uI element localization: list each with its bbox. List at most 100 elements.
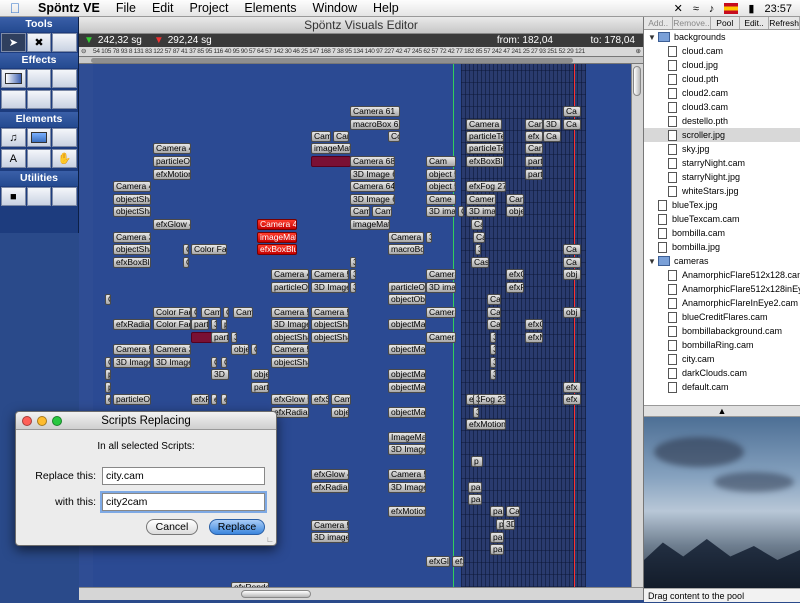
pool-edit-button[interactable]: Edit.. [740, 17, 770, 29]
timeline-clip[interactable]: 3D Image [113, 357, 151, 368]
timeline-clip[interactable]: particleOb [153, 156, 191, 167]
timeline-clip[interactable]: Color Fad [191, 244, 227, 255]
element-slot-5[interactable] [26, 149, 52, 168]
pool-file-item[interactable]: darkClouds.cam [644, 366, 800, 380]
timeline-clip[interactable]: efxG [506, 269, 524, 280]
timeline-clip[interactable]: Camera 5 [271, 307, 309, 318]
timeline-clip[interactable]: part [525, 169, 543, 180]
timeline-clip[interactable]: 3 [473, 407, 479, 418]
element-slot-3[interactable] [52, 128, 78, 147]
timeline-clip[interactable]: macroBox [388, 244, 424, 255]
timeline-clip[interactable]: efxR [506, 282, 524, 293]
timeline-clip[interactable]: objectSha [113, 206, 151, 217]
timeline-clip[interactable]: 3D Image [153, 357, 191, 368]
pool-file-item[interactable]: blueCreditFlares.cam [644, 310, 800, 324]
timeline-clip[interactable]: 3D Image 69 [350, 169, 395, 180]
timeline-clip[interactable]: Cam [333, 131, 349, 142]
timeline-clip[interactable]: Cam [331, 394, 351, 405]
pool-file-item[interactable]: AnamorphicFlare512x128inEye.cam [644, 282, 800, 296]
timeline-clip[interactable]: 3D Image 65 [350, 194, 395, 205]
timeline-clip[interactable]: efxMotion [388, 506, 426, 517]
effect-slot-5[interactable] [26, 90, 52, 109]
battery-icon[interactable]: ▮ [748, 2, 754, 15]
timeline-clip[interactable]: efxFog 271 [466, 181, 506, 192]
pool-file-item[interactable]: blueTex.jpg [644, 198, 800, 212]
timeline-clip[interactable]: C [105, 357, 111, 368]
pool-file-item[interactable]: cloud.pth [644, 72, 800, 86]
timeline-clip[interactable]: obj [563, 307, 581, 318]
timeline-clip[interactable]: 3D ima [466, 206, 496, 217]
timeline-clip[interactable]: obje [251, 369, 269, 380]
effect-slot-6[interactable] [52, 90, 78, 109]
timeline-clip[interactable]: Camera 4 [153, 143, 191, 154]
timeline-clip[interactable]: parti [211, 332, 229, 343]
timeline-clip[interactable]: Cam [525, 119, 543, 130]
timeline-clip[interactable]: Camera 4 [257, 219, 297, 230]
effect-slot-4[interactable] [1, 90, 26, 109]
timeline-clip[interactable]: C [211, 357, 217, 368]
timeline-clip[interactable]: parti [191, 319, 209, 330]
timeline-clip[interactable]: 3D I [543, 119, 561, 130]
timeline-clip[interactable]: ef [221, 394, 227, 405]
disclosure-triangle-icon[interactable]: ▼ [648, 257, 658, 266]
timeline-clip[interactable]: objectSha [311, 319, 349, 330]
pool-file-item[interactable]: cloud.cam [644, 44, 800, 58]
timeline-clip[interactable]: Camera 2 [466, 119, 502, 130]
horizontal-scroll-thumb[interactable] [241, 590, 311, 598]
timeline-clip[interactable]: objectSha [271, 332, 309, 343]
timeline-clip[interactable]: 3D Image [271, 319, 309, 330]
timeline-clip[interactable]: pa [490, 544, 504, 555]
pool-file-item[interactable]: AnamorphicFlare512x128.cam [644, 268, 800, 282]
timeline-clip[interactable] [311, 156, 351, 167]
timeline-clip[interactable]: Ca [471, 219, 483, 230]
timeline-clip[interactable]: 3D [503, 519, 515, 530]
timeline-clip[interactable]: ImageMatr [388, 432, 426, 443]
timeline-ruler[interactable]: ⊖ 54 105 78 93 8 131 83 122 57 87 41 37 … [79, 47, 643, 57]
pool-folder-item[interactable]: ▼ backgrounds [644, 30, 800, 44]
timeline-clip[interactable]: parti [251, 382, 269, 393]
timeline-clip[interactable]: Ca [543, 131, 561, 142]
timeline-clip[interactable]: efx [452, 556, 464, 567]
timeline-clip[interactable]: particleTex [466, 143, 504, 154]
vertical-scroll-thumb[interactable] [633, 66, 641, 96]
timeline-clip[interactable]: efxMotion [153, 169, 191, 180]
timeline-clip[interactable]: Came [426, 194, 456, 205]
timeline-clip[interactable]: efxBoxBlu [257, 244, 297, 255]
pool-file-item[interactable]: destello.pth [644, 114, 800, 128]
image-icon[interactable] [26, 128, 52, 147]
timeline-clip[interactable]: 3 [490, 357, 496, 368]
wifi-icon[interactable]: ≈ [693, 3, 699, 15]
pool-file-item[interactable]: cloud3.cam [644, 100, 800, 114]
timeline-clip[interactable]: C [105, 294, 111, 305]
timeline-clip[interactable]: imageMatr [257, 232, 297, 243]
timeline-clip[interactable]: object 5 [426, 181, 456, 192]
timeline-clip[interactable]: Ca [563, 106, 581, 117]
end-marker-line[interactable] [574, 64, 575, 587]
timeline-clip[interactable]: pa [490, 506, 504, 517]
effect-gradient-icon[interactable] [1, 69, 26, 88]
timeline-clip[interactable]: particleOb [271, 282, 309, 293]
timeline-clip[interactable]: pa [468, 482, 482, 493]
timeline-clip[interactable]: Camera 5 [311, 269, 349, 280]
timeline-clip[interactable]: 3D Image [311, 282, 349, 293]
timeline-clip[interactable]: Cam [311, 131, 331, 142]
vertical-scrollbar[interactable] [631, 64, 643, 587]
effect-slot-3[interactable] [52, 69, 78, 88]
timeline-clip[interactable]: imageMatr [350, 219, 390, 230]
timeline-clip[interactable]: objectMatr [388, 382, 426, 393]
pool-file-list[interactable]: ▼ backgrounds cloud.cam cloud.jpg cloud.pth c… [644, 30, 800, 405]
timeline-clip[interactable]: pa [468, 494, 482, 505]
pool-file-item[interactable]: bombillaRing.cam [644, 338, 800, 352]
timeline-clip[interactable]: 3D ima [426, 282, 456, 293]
timeline-clip[interactable]: objectMatr [388, 407, 426, 418]
timeline-clip[interactable]: 3 [473, 394, 479, 405]
timeline-clip[interactable]: 3 [490, 344, 496, 355]
timeline-clip[interactable]: 3 [426, 232, 432, 243]
timeline-clip[interactable]: efxM [525, 332, 543, 343]
timeline-clip[interactable]: Camera 61 [350, 106, 400, 117]
timeline-clip[interactable]: Ca [563, 257, 581, 268]
timeline-clip[interactable]: efxGlo [426, 556, 450, 567]
timeline-clip[interactable]: efxGlow 5 [271, 394, 309, 405]
ruler-right-icon[interactable]: ⊕ [636, 47, 641, 56]
timeline-clip[interactable]: Ca [563, 119, 581, 130]
